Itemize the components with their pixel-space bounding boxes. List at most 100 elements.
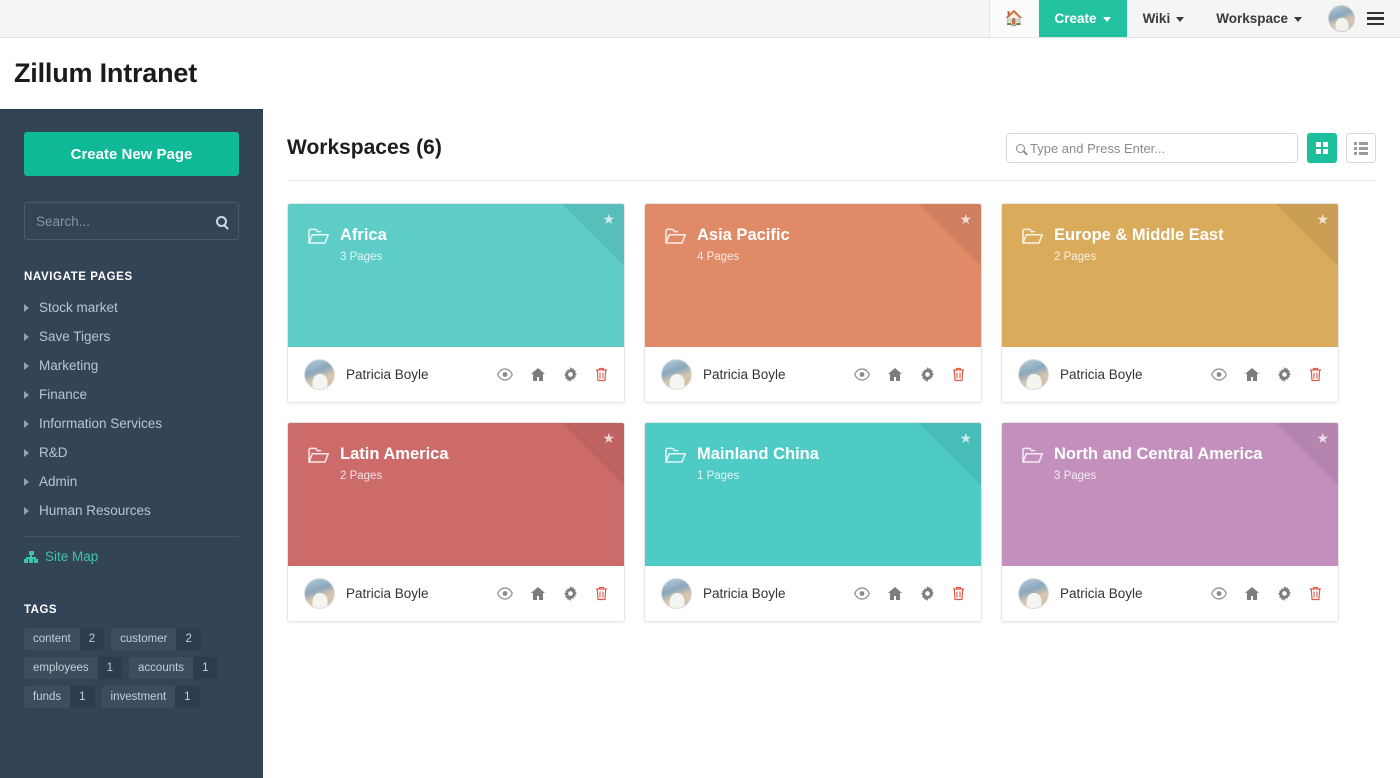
settings-icon[interactable] xyxy=(1277,367,1292,382)
sidebar-item-stock-market[interactable]: Stock market xyxy=(24,293,239,322)
workspace-title: Latin America xyxy=(340,445,449,464)
sidebar-item-label: Site Map xyxy=(45,549,98,564)
sidebar-search[interactable] xyxy=(24,202,239,240)
folder-icon xyxy=(308,447,329,463)
star-icon[interactable]: ★ xyxy=(1316,431,1329,445)
avatar[interactable] xyxy=(1328,5,1355,32)
tag-item[interactable]: content 2 xyxy=(24,628,104,650)
workspace-title: Asia Pacific xyxy=(697,226,790,245)
home-icon[interactable] xyxy=(530,586,546,601)
view-icon[interactable] xyxy=(497,587,513,600)
workspace-card-grid: ★Africa3 PagesPatricia Boyle★Asia Pacifi… xyxy=(287,203,1376,622)
sidebar-item-finance[interactable]: Finance xyxy=(24,380,239,409)
workspace-card[interactable]: ★North and Central America3 Pages Patrici… xyxy=(1001,422,1339,622)
workspace-card-footer: Patricia Boyle xyxy=(645,566,981,621)
view-icon[interactable] xyxy=(854,587,870,600)
delete-icon[interactable] xyxy=(952,586,965,601)
delete-icon[interactable] xyxy=(595,367,608,382)
sidebar-nav-list: Stock market Save Tigers Marketing Finan… xyxy=(24,293,239,525)
tag-item[interactable]: funds 1 xyxy=(24,686,95,708)
view-icon[interactable] xyxy=(1211,587,1227,600)
workspace-card[interactable]: ★Asia Pacific4 PagesPatricia Boyle xyxy=(644,203,982,403)
workspace-card-banner: ★Europe & Middle East2 Pages xyxy=(1002,204,1338,347)
avatar xyxy=(304,359,335,390)
workspace-owner: Patricia Boyle xyxy=(346,367,429,382)
sidebar-item-site-map[interactable]: Site Map xyxy=(24,537,239,576)
settings-icon[interactable] xyxy=(563,367,578,382)
workspace-owner: Patricia Boyle xyxy=(1060,586,1143,601)
sidebar-item-label: Stock market xyxy=(39,300,118,315)
home-icon: 🏠 xyxy=(1005,11,1024,26)
workspace-title: Africa xyxy=(340,226,387,245)
tag-list: content 2 customer 2 employees 1 account… xyxy=(24,628,239,708)
star-icon[interactable]: ★ xyxy=(959,431,972,445)
home-icon[interactable] xyxy=(887,367,903,382)
tag-count: 2 xyxy=(176,628,200,650)
tag-count: 1 xyxy=(70,686,94,708)
workspace-card[interactable]: ★Europe & Middle East2 PagesPatricia Boy… xyxy=(1001,203,1339,403)
settings-icon[interactable] xyxy=(920,586,935,601)
star-icon[interactable]: ★ xyxy=(602,212,615,226)
settings-icon[interactable] xyxy=(1277,586,1292,601)
workspace-search[interactable] xyxy=(1006,133,1298,163)
folder-icon xyxy=(1022,228,1043,244)
star-icon[interactable]: ★ xyxy=(602,431,615,445)
tag-item[interactable]: accounts 1 xyxy=(129,657,217,679)
sidebar-item-label: Save Tigers xyxy=(39,329,110,344)
home-icon[interactable] xyxy=(887,586,903,601)
sidebar-item-rd[interactable]: R&D xyxy=(24,438,239,467)
hamburger-menu-icon[interactable] xyxy=(1363,12,1400,25)
delete-icon[interactable] xyxy=(952,367,965,382)
tag-item[interactable]: employees 1 xyxy=(24,657,122,679)
sidebar-item-admin[interactable]: Admin xyxy=(24,467,239,496)
home-icon[interactable] xyxy=(530,367,546,382)
delete-icon[interactable] xyxy=(1309,367,1322,382)
tag-name: customer xyxy=(111,628,176,650)
workspace-card-banner: ★Mainland China1 Pages xyxy=(645,423,981,566)
list-view-button[interactable] xyxy=(1346,133,1376,163)
search-icon[interactable] xyxy=(216,216,227,227)
nav-item-wiki[interactable]: Wiki xyxy=(1127,0,1201,37)
site-title-bar: Zillum Intranet xyxy=(0,38,1400,109)
sidebar-item-human-resources[interactable]: Human Resources xyxy=(24,496,239,525)
star-icon[interactable]: ★ xyxy=(1316,212,1329,226)
settings-icon[interactable] xyxy=(563,586,578,601)
workspace-card[interactable]: ★Mainland China1 PagesPatricia Boyle xyxy=(644,422,982,622)
grid-view-button[interactable] xyxy=(1307,133,1337,163)
nav-item-create[interactable]: Create xyxy=(1039,0,1127,37)
create-new-page-button[interactable]: Create New Page xyxy=(24,132,239,176)
home-icon[interactable] xyxy=(1244,367,1260,382)
tag-name: funds xyxy=(24,686,70,708)
home-icon[interactable] xyxy=(1244,586,1260,601)
view-icon[interactable] xyxy=(1211,368,1227,381)
sidebar-search-input[interactable] xyxy=(36,214,216,229)
view-icon[interactable] xyxy=(497,368,513,381)
delete-icon[interactable] xyxy=(1309,586,1322,601)
tag-item[interactable]: investment 1 xyxy=(102,686,200,708)
workspace-card[interactable]: ★Latin America2 PagesPatricia Boyle xyxy=(287,422,625,622)
sidebar-item-label: Admin xyxy=(39,474,77,489)
delete-icon[interactable] xyxy=(595,586,608,601)
workspace-card[interactable]: ★Africa3 PagesPatricia Boyle xyxy=(287,203,625,403)
sidebar-item-save-tigers[interactable]: Save Tigers xyxy=(24,322,239,351)
workspace-search-input[interactable] xyxy=(1030,141,1288,156)
sidebar-item-label: Information Services xyxy=(39,416,162,431)
sidebar-item-information-services[interactable]: Information Services xyxy=(24,409,239,438)
nav-home-button[interactable]: 🏠 xyxy=(989,0,1039,37)
chevron-right-icon xyxy=(24,362,29,370)
page-title: Zillum Intranet xyxy=(14,58,197,89)
sidebar-item-label: Marketing xyxy=(39,358,98,373)
avatar xyxy=(304,578,335,609)
view-icon[interactable] xyxy=(854,368,870,381)
settings-icon[interactable] xyxy=(920,367,935,382)
workspace-card-banner: ★North and Central America3 Pages xyxy=(1002,423,1338,566)
workspace-page-count: 1 Pages xyxy=(697,470,961,482)
sidebar-item-marketing[interactable]: Marketing xyxy=(24,351,239,380)
star-icon[interactable]: ★ xyxy=(959,212,972,226)
workspace-owner: Patricia Boyle xyxy=(703,367,786,382)
sidebar-item-label: Finance xyxy=(39,387,87,402)
tag-item[interactable]: customer 2 xyxy=(111,628,201,650)
tag-count: 1 xyxy=(98,657,122,679)
nav-item-workspace[interactable]: Workspace xyxy=(1200,0,1318,37)
sidebar-item-label: Human Resources xyxy=(39,503,151,518)
